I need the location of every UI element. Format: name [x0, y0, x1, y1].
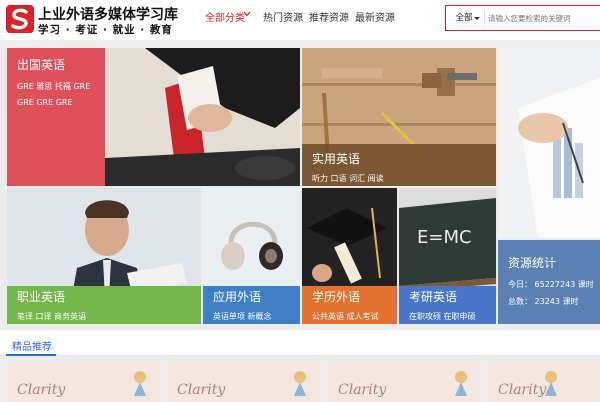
tile-practical-title: 实用英语: [312, 152, 361, 166]
featured-card-4[interactable]: Clarity: [488, 362, 600, 402]
tile-resource-statistics: 资源统计 今日： 65227243 课时 总数： 23243 课时: [498, 240, 600, 324]
caret-down-icon: [474, 17, 480, 20]
stats-title: 资源统计: [508, 256, 557, 270]
tile-education-title: 学历外语: [312, 290, 361, 304]
tile-practical-subtitle: 听力 口语 词汇 阅读: [312, 174, 384, 183]
site-title: 上业外语多媒体学习库: [38, 7, 178, 23]
search-box: 全部: [445, 5, 600, 31]
nav-latest-resources[interactable]: 最新资源: [355, 9, 395, 24]
site-slogan: 学习 · 考证 · 就业 · 教育: [38, 24, 173, 36]
featured-section-header: 精品推荐: [0, 330, 600, 356]
logo-icon[interactable]: [6, 5, 34, 33]
stats-today: 今日： 65227243 课时: [508, 280, 594, 289]
search-scope-label: 全部: [455, 13, 473, 23]
nav-hot-resources[interactable]: 热门资源: [263, 9, 303, 24]
photo-travel-ticket: [105, 48, 300, 186]
tile-education-subtitle: 公共英语 成人考试: [312, 312, 379, 321]
tile-career-subtitle: 笔译 口译 商务英语: [17, 312, 87, 321]
nav-recommended-resources[interactable]: 推荐资源: [309, 9, 349, 24]
card-script-text: Clarity: [17, 382, 66, 398]
stats-total: 总数： 23243 课时: [508, 297, 579, 306]
featured-card-2[interactable]: Clarity: [167, 362, 319, 402]
princess-figure-icon: [134, 371, 146, 396]
search-separator: [484, 11, 485, 25]
chevron-down-icon[interactable]: [243, 10, 251, 18]
tile-abroad-line1: GRE 雅思 托福 GRE: [17, 82, 91, 91]
tile-postgrad-subtitle: 在职攻硕 在职申硕: [409, 312, 476, 321]
tile-career-english[interactable]: 职业英语 笔译 口译 商务英语: [7, 188, 201, 324]
svg-text:E=MC: E=MC: [417, 227, 472, 248]
tile-postgrad-english[interactable]: E=MC 考研英语 在职攻硕 在职申硕: [399, 188, 496, 324]
section-title[interactable]: 精品推荐: [12, 338, 52, 353]
princess-figure-icon: [294, 371, 306, 396]
tile-abroad-title: 出国英语: [17, 58, 66, 72]
header: 上业外语多媒体学习库 学习 · 考证 · 就业 · 教育 全部分类 热门资源 推…: [0, 0, 600, 40]
card-script-text: Clarity: [498, 382, 547, 398]
featured-card-3[interactable]: Clarity: [328, 362, 480, 402]
princess-figure-icon: [545, 371, 557, 396]
section-divider: [0, 355, 600, 356]
tile-applied-subtitle: 英语单项 新概念: [213, 312, 272, 321]
tile-practical-english[interactable]: 实用英语 听力 口语 词汇 阅读: [302, 48, 496, 186]
featured-card-1[interactable]: Clarity: [7, 362, 159, 402]
tile-postgrad-title: 考研英语: [409, 290, 458, 304]
princess-figure-icon: [455, 371, 467, 396]
search-input[interactable]: [486, 8, 600, 28]
tile-career-title: 职业英语: [17, 290, 66, 304]
tile-abroad-english[interactable]: 出国英语 GRE 雅思 托福 GRE GRE GRE GRE: [7, 48, 105, 186]
tile-applied-language[interactable]: 应用外语 英语单项 新概念: [203, 188, 300, 324]
section-active-underline: [6, 354, 56, 356]
card-script-text: Clarity: [338, 382, 387, 398]
nav-all-categories[interactable]: 全部分类: [205, 9, 245, 24]
tile-applied-title: 应用外语: [213, 290, 262, 304]
photo-data-charts: [498, 48, 600, 238]
card-script-text: Clarity: [177, 382, 226, 398]
tile-abroad-line2: GRE GRE GRE: [17, 98, 73, 107]
tile-education-language[interactable]: 学历外语 公共英语 成人考试: [302, 188, 397, 324]
